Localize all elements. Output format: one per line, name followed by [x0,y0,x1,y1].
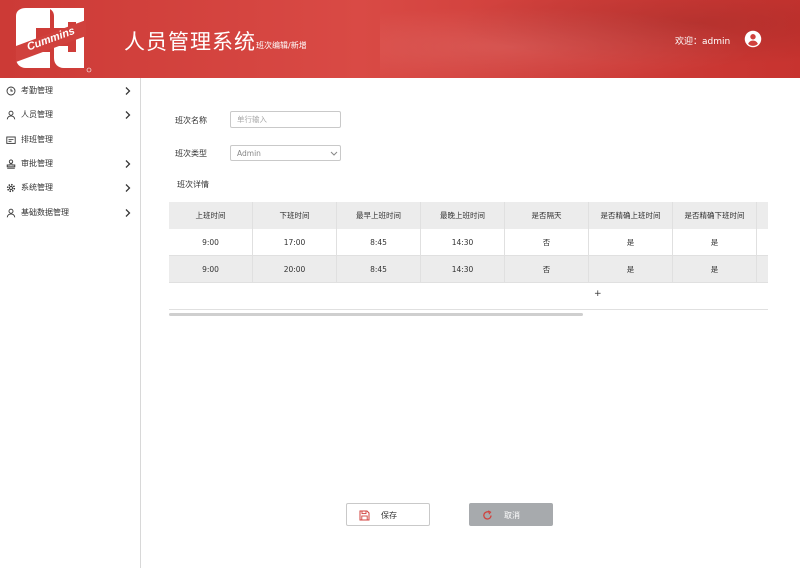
table-cell[interactable]: 是 [589,229,673,256]
app-title: 人员管理系统 [124,30,256,54]
table-cell[interactable]: 是 [673,256,757,283]
chevron-right-icon [125,87,131,95]
shift-type-select[interactable]: Admin [230,145,341,161]
schedule-card-icon [6,136,16,144]
column-header: 下班时间 [253,202,337,229]
table-cell[interactable]: 8:45 [337,256,421,283]
table-row[interactable]: 9:00 20:00 8:45 14:30 否 是 是 [169,256,768,283]
stamp-icon [6,159,16,169]
column-header: 上班时间 [169,202,253,229]
table-row[interactable]: 9:00 17:00 8:45 14:30 否 是 是 [169,229,768,256]
sidebar-item-personnel[interactable]: 人员管理 [0,103,141,127]
sidebar-item-scheduling[interactable]: 排班管理 [0,128,141,152]
floppy-disk-icon [359,510,370,521]
clock-icon [6,86,16,96]
cancel-button-label: 取消 [504,511,520,520]
person-icon [6,208,16,218]
table-cell-overflow [757,229,768,256]
table-cell[interactable]: 9:00 [169,256,253,283]
table-horizontal-scrollbar[interactable] [169,313,583,316]
sidebar-item-approval[interactable]: 审批管理 [0,152,141,176]
table-cell[interactable]: 否 [505,256,589,283]
column-header: 是否精确上班时间 [589,202,673,229]
person-icon [6,110,16,120]
table-header-row: 上班时间 下班时间 最早上班时间 最晚上班时间 是否隔天 是否精确上班时间 是否… [169,202,768,229]
header-background-texture [380,0,800,78]
app-header: Cummins 人员管理系统 班次编辑/新增 欢迎：admin [0,0,800,78]
column-header: 最晚上班时间 [421,202,505,229]
sidebar-nav: 考勤管理 人员管理 排班管理 审批管理 系统管理 基础数据管理 [0,78,141,568]
table-cell[interactable]: 14:30 [421,256,505,283]
shift-name-label: 班次名称 [175,116,207,125]
column-header-overflow [757,202,768,229]
sidebar-item-base-data[interactable]: 基础数据管理 [0,201,141,225]
cancel-button[interactable]: 取消 [469,503,553,526]
chevron-right-icon [125,209,131,217]
add-row: + [169,283,768,310]
chevron-right-icon [125,184,131,192]
breadcrumb-subtitle: 班次编辑/新增 [256,41,307,50]
column-header: 是否隔天 [505,202,589,229]
sidebar-item-label: 审批管理 [21,159,53,168]
table-cell[interactable]: 是 [673,229,757,256]
table-cell[interactable]: 9:00 [169,229,253,256]
account-circle-icon[interactable] [744,30,762,48]
sidebar-item-label: 基础数据管理 [21,208,69,217]
refresh-icon [483,510,492,520]
shift-details-label: 班次详情 [177,180,209,189]
table-cell[interactable]: 14:30 [421,229,505,256]
table-cell[interactable]: 8:45 [337,229,421,256]
chevron-right-icon [125,111,131,119]
chevron-down-icon [330,151,338,156]
sidebar-item-label: 考勤管理 [21,86,53,95]
sidebar-item-attendance[interactable]: 考勤管理 [0,79,141,103]
sidebar-item-label: 排班管理 [21,135,53,144]
cummins-logo: Cummins [16,8,92,73]
chevron-right-icon [125,160,131,168]
shift-details-table: 上班时间 下班时间 最早上班时间 最晚上班时间 是否隔天 是否精确上班时间 是否… [169,202,768,310]
column-header: 是否精确下班时间 [673,202,757,229]
welcome-text: 欢迎：admin [675,37,731,47]
table-cell[interactable]: 20:00 [253,256,337,283]
table-cell[interactable]: 是 [589,256,673,283]
table-cell[interactable]: 否 [505,229,589,256]
sidebar-item-system[interactable]: 系统管理 [0,176,141,200]
table-cell[interactable]: 17:00 [253,229,337,256]
sidebar-item-label: 系统管理 [21,183,53,192]
column-header: 最早上班时间 [337,202,421,229]
save-button[interactable]: 保存 [346,503,430,526]
shift-type-label: 班次类型 [175,149,207,158]
add-row-button[interactable]: + [594,289,602,299]
shift-type-selected-value: Admin [237,149,261,158]
table-cell-overflow [757,256,768,283]
save-button-label: 保存 [381,511,397,520]
shift-name-input[interactable] [230,111,341,128]
gear-icon [6,183,16,193]
sidebar-item-label: 人员管理 [21,110,53,119]
